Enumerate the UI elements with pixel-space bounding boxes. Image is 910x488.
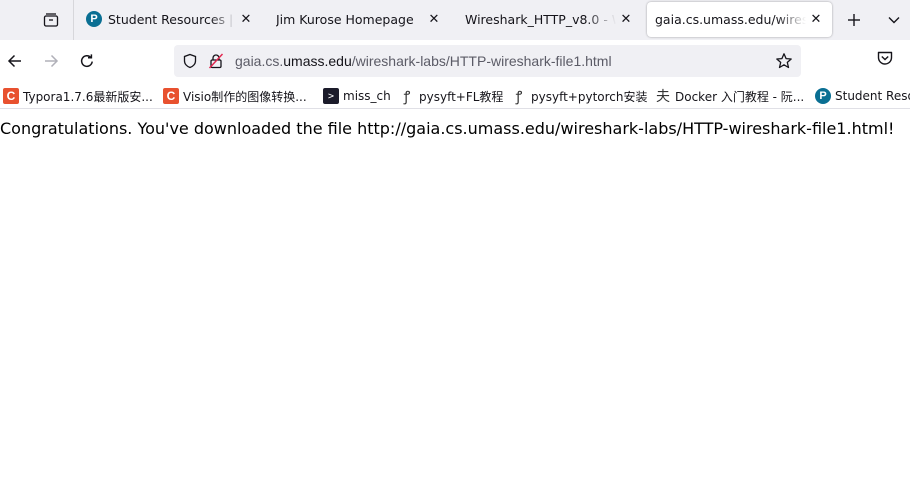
congratulations-message: Congratulations. You've downloaded the f… xyxy=(0,119,895,138)
firefox-view-button[interactable] xyxy=(38,8,64,32)
close-icon[interactable]: ✕ xyxy=(808,12,824,28)
list-all-tabs-button[interactable] xyxy=(882,8,906,32)
bookmark-miss-ch[interactable]: > miss_ch xyxy=(323,86,391,106)
reload-button[interactable] xyxy=(75,49,99,73)
bookmark-student-resources[interactable]: P Student Resources xyxy=(815,86,910,106)
firefox-view-icon xyxy=(43,13,59,27)
zhihu-script-icon: ꝭ xyxy=(515,88,523,105)
bookmark-pysyft-fl[interactable]: ꝭ pysyft+FL教程 xyxy=(399,86,504,106)
tab-active-gaia[interactable]: gaia.cs.umass.edu/wireshark-labs/HTTP-wi… xyxy=(647,2,832,37)
bookmark-label: pysyft+pytorch安装 xyxy=(531,89,648,104)
bookmark-pysyft-pytorch[interactable]: ꝭ pysyft+pytorch安装 xyxy=(511,86,648,106)
tab-wireshark-http[interactable]: Wireshark_HTTP_v8.0 - Wireshark ✕ xyxy=(456,1,640,37)
csdn-c-icon: C xyxy=(3,88,19,104)
plus-icon xyxy=(848,14,860,26)
chevron-down-icon xyxy=(888,17,900,24)
tracking-protection-shield-icon[interactable] xyxy=(182,53,198,69)
close-icon[interactable]: ✕ xyxy=(238,11,254,27)
back-button[interactable] xyxy=(3,49,27,73)
pocket-icon[interactable] xyxy=(876,49,894,67)
url-text[interactable]: gaia.cs.umass.edu/wireshark-labs/HTTP-wi… xyxy=(235,53,612,69)
tab-title: Wireshark_HTTP_v8.0 - Wireshark xyxy=(465,11,616,27)
close-icon[interactable]: ✕ xyxy=(426,11,442,27)
bookmark-label: Typora1.7.6最新版安... xyxy=(23,89,153,104)
calligraphy-icon: 夫 xyxy=(656,89,670,105)
pearson-p-icon: P xyxy=(86,11,102,27)
bookmark-label: miss_ch xyxy=(343,89,391,103)
tab-strip: P Student Resources | Kurose ✕ Jim Kuros… xyxy=(0,0,910,40)
bookmark-label: Student Resources xyxy=(835,89,910,103)
url-host: umass.edu xyxy=(283,53,352,69)
terminal-icon: > xyxy=(323,88,339,104)
bookmark-docker[interactable]: 夫 Docker 入门教程 - 阮... xyxy=(655,86,804,106)
bookmark-label: Docker 入门教程 - 阮... xyxy=(675,89,805,104)
tab-separator xyxy=(73,0,74,40)
new-tab-button[interactable] xyxy=(842,8,866,32)
tab-title: gaia.cs.umass.edu/wireshark-labs/HTTP-wi… xyxy=(655,12,806,27)
bookmark-label: pysyft+FL教程 xyxy=(419,89,504,104)
address-bar[interactable]: gaia.cs.umass.edu/wireshark-labs/HTTP-wi… xyxy=(174,45,801,77)
forward-button[interactable] xyxy=(39,49,63,73)
bookmark-label: Visio制作的图像转换... xyxy=(183,89,307,104)
tab-jim-kurose-homepage[interactable]: Jim Kurose Homepage ✕ xyxy=(268,1,448,37)
reload-icon xyxy=(80,54,93,68)
url-path: /wireshark-labs/HTTP-wireshark-file1.htm… xyxy=(351,53,612,69)
tab-title: Student Resources | Kurose xyxy=(108,11,236,27)
bookmark-typora[interactable]: C Typora1.7.6最新版安... xyxy=(3,86,153,106)
arrow-left-icon xyxy=(7,54,21,68)
page-content: Congratulations. You've downloaded the f… xyxy=(0,110,910,488)
arrow-right-icon xyxy=(45,54,59,68)
navigation-toolbar: gaia.cs.umass.edu/wireshark-labs/HTTP-wi… xyxy=(0,40,910,82)
insecure-lock-icon[interactable] xyxy=(208,53,224,69)
bookmark-star-icon[interactable] xyxy=(775,52,793,70)
close-icon[interactable]: ✕ xyxy=(618,11,634,27)
bookmark-visio[interactable]: C Visio制作的图像转换... xyxy=(163,86,307,106)
bookmarks-toolbar: C Typora1.7.6最新版安... C Visio制作的图像转换... >… xyxy=(0,82,910,109)
tab-title: Jim Kurose Homepage xyxy=(276,11,414,27)
url-prefix: gaia.cs. xyxy=(235,53,284,69)
csdn-c-icon: C xyxy=(163,88,179,104)
tab-student-resources[interactable]: P Student Resources | Kurose ✕ xyxy=(80,1,260,37)
pearson-p-icon: P xyxy=(815,88,831,104)
zhihu-script-icon: ꝭ xyxy=(403,88,411,105)
